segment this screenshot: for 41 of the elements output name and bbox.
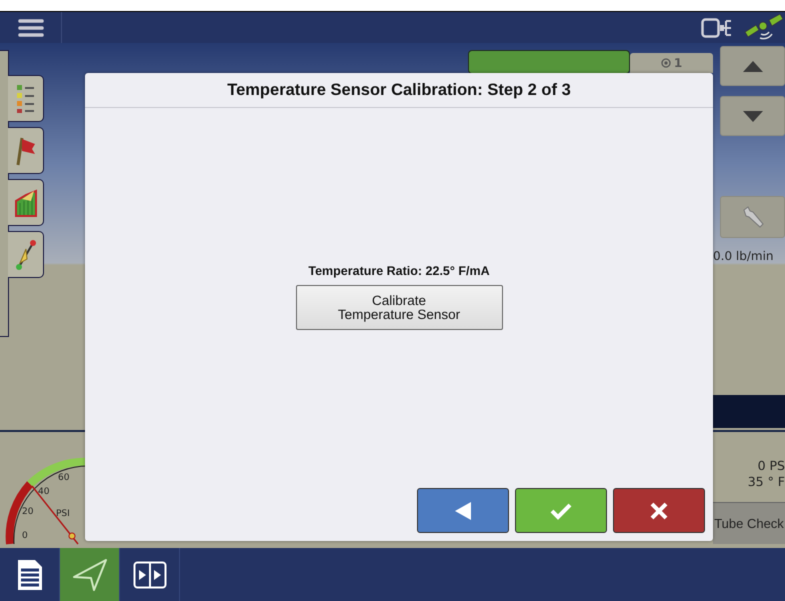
flow-rate-reading: 0.0 lb/min [713,249,775,263]
scroll-up-button[interactable] [720,46,785,86]
gauge-tick-label: 0 [22,531,28,541]
side-tab[interactable] [8,127,44,174]
display-layout-icon [701,18,733,38]
gauge-unit-label: PSI [56,509,70,519]
up-arrow-icon [742,60,762,72]
split-view-icon [132,560,166,588]
temperature-ratio-label: Temperature Ratio: 22.5° F/mA [308,264,490,278]
tube-check-button[interactable]: Tube Check [713,502,785,544]
gauge-tick-label: 60 [58,473,70,483]
document-icon [16,558,44,592]
legend-icon [16,84,36,114]
target-icon [660,58,671,68]
satellite-icon [743,14,783,42]
dark-panel [713,395,785,428]
navigation-arrow-icon [72,558,108,592]
bar-chart-icon [14,188,38,216]
flag-icon [14,136,36,166]
wrench-icon [740,205,764,229]
guidance-line-icon [14,238,36,270]
checkmark-icon [550,502,572,520]
confirm-button[interactable] [515,488,607,533]
side-tab[interactable] [8,179,44,226]
side-tab[interactable] [8,75,44,122]
scroll-down-button[interactable] [720,96,785,136]
back-button[interactable] [417,488,509,533]
calibrate-button[interactable]: Calibrate Temperature Sensor [296,285,502,330]
pressure-reading: 0 PS [758,458,785,474]
back-arrow-icon [453,500,473,520]
temperature-reading: 35 ° F [748,474,785,490]
section-tab[interactable]: 1 [630,53,713,73]
cancel-button[interactable] [613,488,705,533]
down-arrow-icon [742,110,762,122]
menu-icon [18,18,44,38]
side-tab[interactable] [8,231,44,278]
gauge-tick-label: 20 [22,507,34,517]
gauge-tick-label: 40 [38,487,50,497]
close-icon [650,502,668,520]
dialog-title: Temperature Sensor Calibration: Step 2 of 3 [85,73,713,108]
section-tab-label: 1 [674,56,682,70]
